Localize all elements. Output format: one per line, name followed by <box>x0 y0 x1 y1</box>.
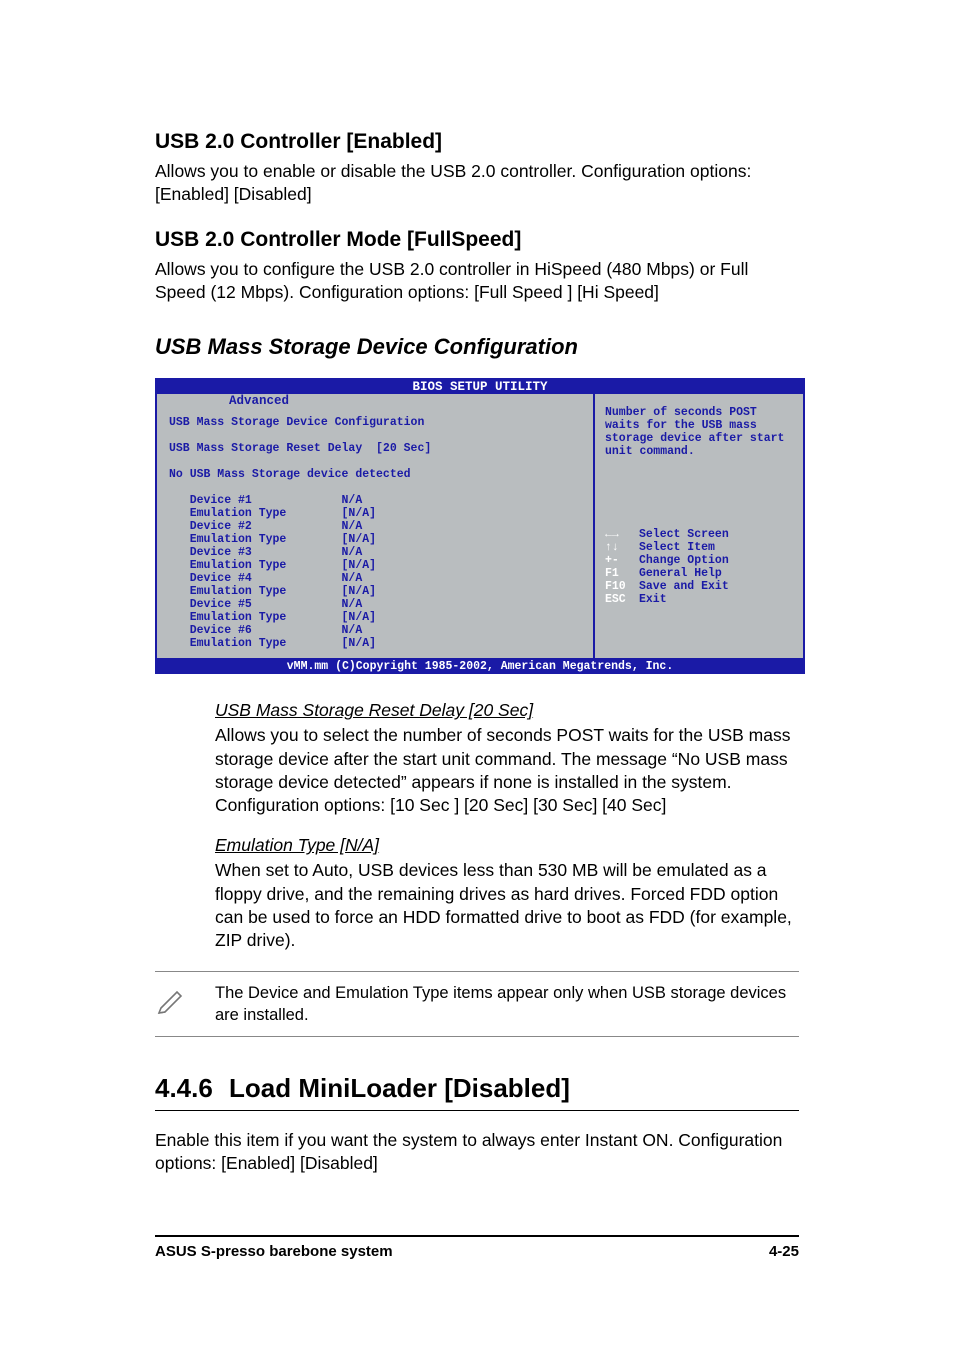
bios-key-row: F10Save and Exit <box>605 580 795 593</box>
subheading-emulation-type: Emulation Type [N/A] <box>155 835 799 856</box>
bios-key-glyph: F10 <box>605 580 639 593</box>
bios-key-desc: General Help <box>639 567 722 580</box>
bios-main-pane: USB Mass Storage Device Configuration US… <box>157 394 593 658</box>
para-usb20-mode: Allows you to configure the USB 2.0 cont… <box>155 258 799 304</box>
bios-key-row: ↑↓Select Item <box>605 541 795 554</box>
bios-screenshot: BIOS SETUP UTILITY Advanced USB Mass Sto… <box>155 378 805 674</box>
heading-446-number: 4.4.6 <box>155 1073 229 1104</box>
heading-usb20-controller: USB 2.0 Controller [Enabled] <box>155 130 799 154</box>
note-block: The Device and Emulation Type items appe… <box>155 971 799 1038</box>
page-footer: ASUS S-presso barebone system 4-25 <box>155 1235 799 1260</box>
heading-usb-mass-storage-config: USB Mass Storage Device Configuration <box>155 334 799 360</box>
para-usb20-controller: Allows you to enable or disable the USB … <box>155 160 799 206</box>
note-text: The Device and Emulation Type items appe… <box>215 982 795 1027</box>
bios-key-row: F1General Help <box>605 567 795 580</box>
para-reset-delay: Allows you to select the number of secon… <box>155 724 799 817</box>
bios-nav-keys: ←→Select Screen↑↓Select Item+-Change Opt… <box>605 528 795 606</box>
bios-tab-advanced: Advanced <box>225 394 293 408</box>
subheading-reset-delay: USB Mass Storage Reset Delay [20 Sec] <box>155 700 799 721</box>
bios-help-pane: Number of seconds POST waits for the USB… <box>593 394 803 658</box>
bios-key-desc: Save and Exit <box>639 580 729 593</box>
bios-key-row: ESCExit <box>605 593 795 606</box>
footer-left: ASUS S-presso barebone system <box>155 1243 393 1260</box>
bios-key-desc: Exit <box>639 593 667 606</box>
bios-key-glyph: +- <box>605 554 639 567</box>
note-icon <box>155 982 215 1021</box>
footer-right: 4-25 <box>769 1243 799 1260</box>
bios-title-bar: BIOS SETUP UTILITY Advanced <box>155 378 805 394</box>
bios-key-glyph: ↑↓ <box>605 541 639 554</box>
bios-key-glyph: F1 <box>605 567 639 580</box>
bios-copyright: vMM.mm (C)Copyright 1985-2002, American … <box>155 660 805 674</box>
heading-446-title: Load MiniLoader [Disabled] <box>229 1073 570 1103</box>
bios-key-desc: Select Item <box>639 541 715 554</box>
bios-key-glyph: ESC <box>605 593 639 606</box>
bios-title-text: BIOS SETUP UTILITY <box>412 380 547 394</box>
heading-usb20-mode: USB 2.0 Controller Mode [FullSpeed] <box>155 228 799 252</box>
bios-key-desc: Change Option <box>639 554 729 567</box>
bios-key-glyph: ←→ <box>605 528 639 541</box>
para-446: Enable this item if you want the system … <box>155 1129 799 1175</box>
heading-446: 4.4.6Load MiniLoader [Disabled] <box>155 1073 799 1111</box>
bios-help-text: Number of seconds POST waits for the USB… <box>605 406 795 458</box>
bios-key-desc: Select Screen <box>639 528 729 541</box>
bios-key-row: +-Change Option <box>605 554 795 567</box>
bios-key-row: ←→Select Screen <box>605 528 795 541</box>
para-emulation-type: When set to Auto, USB devices less than … <box>155 859 799 952</box>
